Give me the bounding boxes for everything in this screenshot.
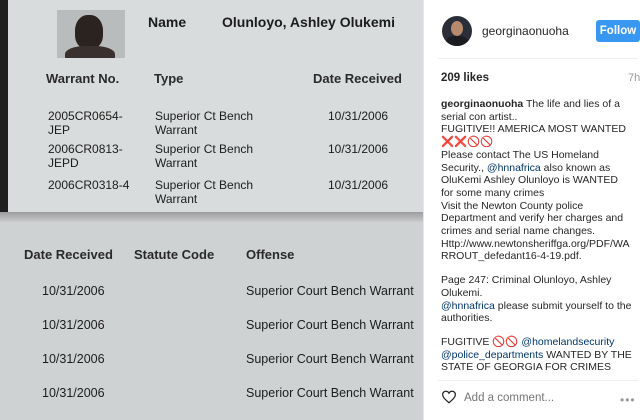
caption-text: FUGITIVE <box>441 335 493 348</box>
caption-emoji: 🚫🚫 <box>492 335 519 348</box>
caption-emoji: ❌❌🚫🚫 <box>441 136 494 149</box>
offense-date-cell: 10/31/2006 <box>42 386 105 400</box>
warrant-date-cell: 10/31/2006 <box>328 109 389 123</box>
post-timestamp[interactable]: 7h <box>628 72 640 84</box>
heart-icon[interactable] <box>441 390 457 404</box>
likes-count[interactable]: 209 likes <box>441 72 489 84</box>
caption-text: Visit the Newton County police Departmen… <box>441 199 624 238</box>
mugshot-photo <box>57 10 125 58</box>
avatar[interactable] <box>442 16 472 46</box>
warrant-type-cell: Superior Ct Bench Warrant <box>155 142 254 170</box>
footer-divider <box>438 380 638 381</box>
more-options-icon[interactable]: ••• <box>620 393 636 407</box>
post-side-panel: georginaonuoha Follow 209 likes 7h georg… <box>423 0 640 420</box>
follow-button[interactable]: Follow <box>596 20 640 42</box>
offense-cell: Superior Court Bench Warrant <box>246 386 414 400</box>
page-fold-shadow <box>0 212 423 222</box>
offense-date-cell: 10/31/2006 <box>42 352 105 366</box>
header-warrant-no: Warrant No. <box>46 71 120 86</box>
header-statute-code: Statute Code <box>134 247 215 262</box>
warrant-date-cell: 10/31/2006 <box>328 178 389 192</box>
warrant-type-cell: Superior Ct Bench Warrant <box>155 109 254 137</box>
mention-link[interactable]: @hnnafrica <box>487 162 541 174</box>
warrant-type-cell: Superior Ct Bench Warrant <box>155 178 254 206</box>
header-date-received: Date Received <box>313 71 402 86</box>
comment-input[interactable] <box>464 390 604 406</box>
offense-cell: Superior Court Bench Warrant <box>246 318 414 332</box>
caption-text: Http://www.newtonsheriffga.org/PDF/WARRO… <box>441 237 630 263</box>
name-value: Olunloyo, Ashley Olukemi <box>222 14 395 30</box>
mention-link[interactable]: @homelandsecurity <box>521 336 614 348</box>
caption-text: FUGITIVE!! AMERICA MOST WANTED <box>441 123 626 136</box>
offense-cell: Superior Court Bench Warrant <box>246 284 414 298</box>
caption-username[interactable]: georginaonuoha <box>441 98 523 110</box>
mention-link[interactable]: @hnnafrica <box>441 300 495 312</box>
post-caption: georginaonuoha The life and lies of a se… <box>441 98 633 374</box>
offense-cell: Superior Court Bench Warrant <box>246 352 414 366</box>
offense-date-cell: 10/31/2006 <box>42 318 105 332</box>
post-author-username[interactable]: georginaonuoha <box>482 24 569 38</box>
warrant-no-cell: 2005CR0654- JEP <box>48 109 123 137</box>
post-image: Name Olunloyo, Ashley Olukemi Warrant No… <box>0 0 423 420</box>
header-date-received: Date Received <box>24 247 113 262</box>
name-label: Name <box>148 14 187 30</box>
caption-text: Page 247: Criminal Olunloyo, Ashley Oluk… <box>441 274 612 299</box>
header-divider <box>438 58 638 59</box>
header-type: Type <box>154 71 184 86</box>
warrant-no-cell: 2006CR0813- JEPD <box>48 142 123 170</box>
warrant-date-cell: 10/31/2006 <box>328 142 389 156</box>
warrant-no-cell: 2006CR0318-4 <box>48 178 130 192</box>
header-offense: Offense <box>246 247 295 262</box>
offense-date-cell: 10/31/2006 <box>42 284 105 298</box>
mention-link[interactable]: @police_departments <box>441 349 543 361</box>
